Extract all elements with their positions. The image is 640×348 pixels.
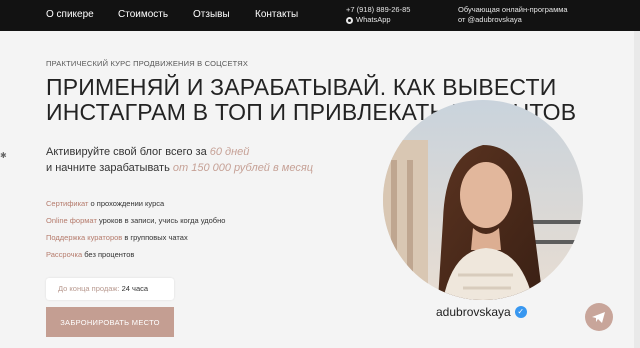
feature-key: Поддержка кураторов (46, 233, 123, 242)
nav-link-contacts[interactable]: Контакты (255, 9, 298, 20)
lead-line-2: и начните зарабатывать от 150 000 рублей… (46, 160, 313, 176)
nav-link-about-speaker[interactable]: О спикере (46, 9, 94, 20)
whatsapp-icon (346, 16, 353, 24)
lead-line-1-text: Активируйте свой блог всего за (46, 146, 210, 158)
whatsapp-label: WhatsApp (356, 15, 391, 24)
telegram-icon (592, 312, 605, 323)
course-kicker: ПРАКТИЧЕСКИЙ КУРС ПРОДВИЖЕНИЯ В СОЦСЕТЯХ (46, 59, 249, 68)
whatsapp-link[interactable]: WhatsApp (346, 15, 410, 25)
speaker-username[interactable]: adubrovskaya ✓ (436, 305, 527, 319)
countdown-value: 24 часа (119, 284, 149, 293)
title-line-1: ПРИМЕНЯЙ И ЗАРАБАТЫВАЙ. КАК ВЫВЕСТИ (46, 74, 557, 100)
feature-key: Online формат (46, 216, 97, 225)
feature-item: Рассрочка без процентов (46, 246, 225, 263)
speaker-portrait-image (383, 100, 583, 300)
nav-link-reviews[interactable]: Отзывы (193, 9, 230, 20)
countdown-label: До конца продаж: (58, 284, 120, 293)
username-text: adubrovskaya (436, 305, 511, 319)
verified-check-icon: ✓ (514, 306, 527, 318)
page-scrollbar[interactable] (634, 31, 640, 348)
contact-block: +7 (918) 889-26-85 WhatsApp (346, 5, 410, 25)
feature-text: без процентов (82, 250, 135, 259)
feature-text: о прохождении курса (88, 199, 165, 208)
feature-item: Online формат уроков в записи, учись ког… (46, 212, 225, 229)
lead-line-1-accent: 60 дней (209, 146, 250, 158)
program-note: Обучающая онлайн-программа от @adubrovsk… (458, 5, 568, 25)
feature-list: Сертификат о прохождении курса Online фо… (46, 195, 225, 263)
nav-link-price[interactable]: Стоимость (118, 9, 168, 20)
lead-line-2-accent: от 150 000 рублей в месяц (172, 162, 313, 174)
sales-countdown: До конца продаж: 24 часа (46, 278, 174, 300)
feature-text: уроков в записи, учись когда удобно (96, 216, 226, 225)
edge-marker-icon: ✱ (0, 151, 7, 160)
lead-text: Активируйте свой блог всего за 60 дней и… (46, 144, 313, 176)
feature-item: Сертификат о прохождении курса (46, 195, 225, 212)
feature-key: Рассрочка (46, 250, 83, 259)
book-place-button[interactable]: ЗАБРОНИРОВАТЬ МЕСТО (46, 307, 174, 337)
feature-item: Поддержка кураторов в групповых чатах (46, 229, 225, 246)
program-note-line1: Обучающая онлайн-программа (458, 5, 568, 14)
telegram-button[interactable] (585, 303, 613, 331)
phone-number[interactable]: +7 (918) 889-26-85 (346, 5, 410, 15)
top-navigation-bar: О спикере Стоимость Отзывы Контакты +7 (… (0, 0, 640, 31)
feature-key: Сертификат (46, 199, 89, 208)
lead-line-2-text: и начните зарабатывать (46, 162, 173, 174)
speaker-photo (383, 100, 583, 300)
lead-line-1: Активируйте свой блог всего за 60 дней (46, 144, 313, 160)
program-note-line2: от @adubrovskaya (458, 15, 522, 24)
feature-text: в групповых чатах (122, 233, 188, 242)
